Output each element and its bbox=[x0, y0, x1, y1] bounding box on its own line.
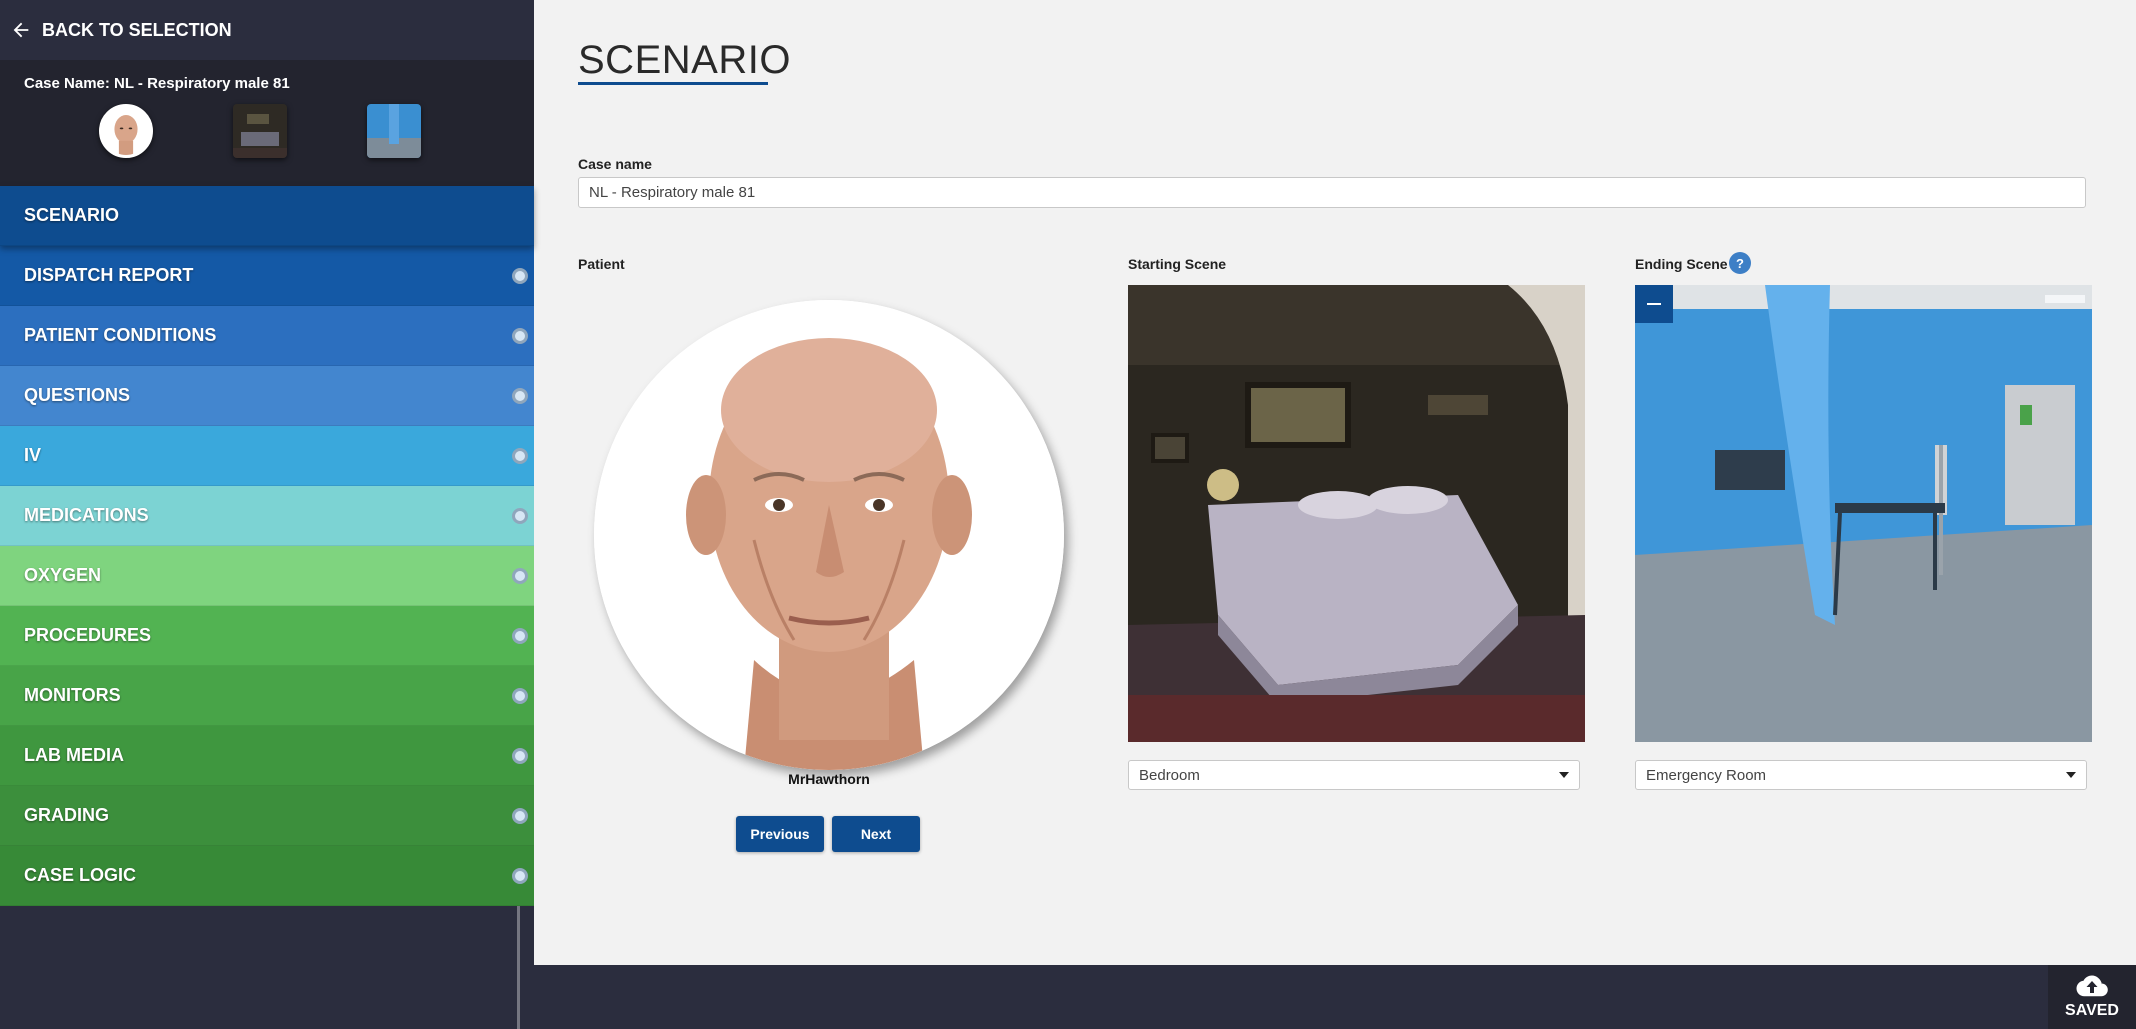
starting-scene-label: Starting Scene bbox=[1128, 256, 1227, 272]
back-to-selection-link[interactable]: BACK TO SELECTION bbox=[0, 0, 534, 60]
case-name-label: Case name bbox=[578, 156, 652, 172]
nav-item-oxygen[interactable]: OXYGEN bbox=[0, 546, 534, 606]
section-nav: SCENARIO DISPATCH REPORT PATIENT CONDITI… bbox=[0, 186, 534, 1029]
patient-name: MrHawthorn bbox=[788, 771, 870, 787]
ending-scene-label: Ending Scene bbox=[1635, 256, 1728, 272]
timeline-dot-icon bbox=[512, 687, 528, 704]
nav-item-medications[interactable]: MEDICATIONS bbox=[0, 486, 534, 546]
timeline-dot-icon bbox=[512, 867, 528, 884]
scenario-panel: SCENARIO Case name Patient MrHawthorn Pr… bbox=[534, 0, 2136, 965]
nav-item-grading[interactable]: GRADING bbox=[0, 786, 534, 846]
timeline-dot-icon bbox=[512, 447, 528, 464]
case-name-heading: Case Name: NL - Respiratory male 81 bbox=[24, 75, 290, 92]
nav-item-label: GRADING bbox=[24, 805, 109, 825]
timeline-dot-icon bbox=[512, 267, 528, 284]
timeline-dot-icon bbox=[512, 327, 528, 344]
ending-scene-thumbnail[interactable] bbox=[367, 104, 421, 158]
patient-portrait bbox=[594, 300, 1064, 770]
back-to-selection-label: BACK TO SELECTION bbox=[42, 19, 232, 40]
nav-item-label: PATIENT CONDITIONS bbox=[24, 325, 217, 345]
nav-item-procedures[interactable]: PROCEDURES bbox=[0, 606, 534, 666]
nav-item-iv[interactable]: IV bbox=[0, 426, 534, 486]
case-summary-panel: Case Name: NL - Respiratory male 81 bbox=[0, 60, 534, 186]
help-icon[interactable]: ? bbox=[1729, 252, 1751, 274]
nav-item-lab-media[interactable]: LAB MEDIA bbox=[0, 726, 534, 786]
nav-item-case-logic[interactable]: CASE LOGIC bbox=[0, 846, 534, 906]
next-button[interactable]: Next bbox=[832, 816, 920, 852]
nav-item-monitors[interactable]: MONITORS bbox=[0, 666, 534, 726]
patient-thumbnail[interactable] bbox=[99, 104, 153, 158]
starting-scene-dropdown[interactable]: Bedroom bbox=[1128, 760, 1580, 790]
caret-down-icon bbox=[2066, 772, 2076, 778]
nav-item-label: SCENARIO bbox=[24, 205, 120, 225]
previous-button[interactable]: Previous bbox=[736, 816, 824, 852]
arrow-left-icon bbox=[13, 22, 29, 38]
save-status-button[interactable]: SAVED bbox=[2048, 965, 2136, 1029]
nav-item-label: IV bbox=[24, 445, 42, 465]
sidebar: BACK TO SELECTION Case Name: NL - Respir… bbox=[0, 0, 534, 1029]
nav-item-label: LAB MEDIA bbox=[24, 745, 124, 765]
case-thumbnails bbox=[24, 104, 510, 158]
ending-scene-image bbox=[1635, 285, 2092, 742]
nav-item-scenario[interactable]: SCENARIO bbox=[0, 186, 534, 246]
case-name-input[interactable] bbox=[578, 177, 2086, 208]
cloud-upload-icon bbox=[2076, 975, 2108, 997]
save-status-label: SAVED bbox=[2065, 1002, 2119, 1019]
patient-label: Patient bbox=[578, 256, 625, 272]
timeline-dot-icon bbox=[512, 627, 528, 644]
nav-item-label: MONITORS bbox=[24, 685, 121, 705]
nav-item-label: MEDICATIONS bbox=[24, 505, 149, 525]
nav-item-dispatch-report[interactable]: DISPATCH REPORT bbox=[0, 246, 534, 306]
title-underline bbox=[578, 82, 768, 85]
timeline-dot-icon bbox=[512, 507, 528, 524]
timeline-dot-icon bbox=[512, 807, 528, 824]
nav-item-questions[interactable]: QUESTIONS bbox=[0, 366, 534, 426]
nav-item-label: QUESTIONS bbox=[24, 385, 131, 405]
nav-item-label: DISPATCH REPORT bbox=[24, 265, 194, 285]
starting-scene-image bbox=[1128, 285, 1585, 742]
timeline-dot-icon bbox=[512, 387, 528, 404]
nav-item-label: OXYGEN bbox=[24, 565, 102, 585]
minus-icon bbox=[1647, 303, 1661, 305]
collapse-button[interactable] bbox=[1635, 285, 1673, 323]
nav-item-label: PROCEDURES bbox=[24, 625, 152, 645]
timeline-dot-icon bbox=[512, 567, 528, 584]
starting-scene-value: Bedroom bbox=[1139, 766, 1200, 784]
page-title: SCENARIO bbox=[578, 38, 791, 82]
ending-scene-value: Emergency Room bbox=[1646, 766, 1767, 784]
caret-down-icon bbox=[1559, 772, 1569, 778]
nav-item-label: CASE LOGIC bbox=[24, 865, 137, 885]
starting-scene-thumbnail[interactable] bbox=[233, 104, 287, 158]
timeline-dot-icon bbox=[512, 747, 528, 764]
ending-scene-dropdown[interactable]: Emergency Room bbox=[1635, 760, 2087, 790]
nav-item-patient-conditions[interactable]: PATIENT CONDITIONS bbox=[0, 306, 534, 366]
